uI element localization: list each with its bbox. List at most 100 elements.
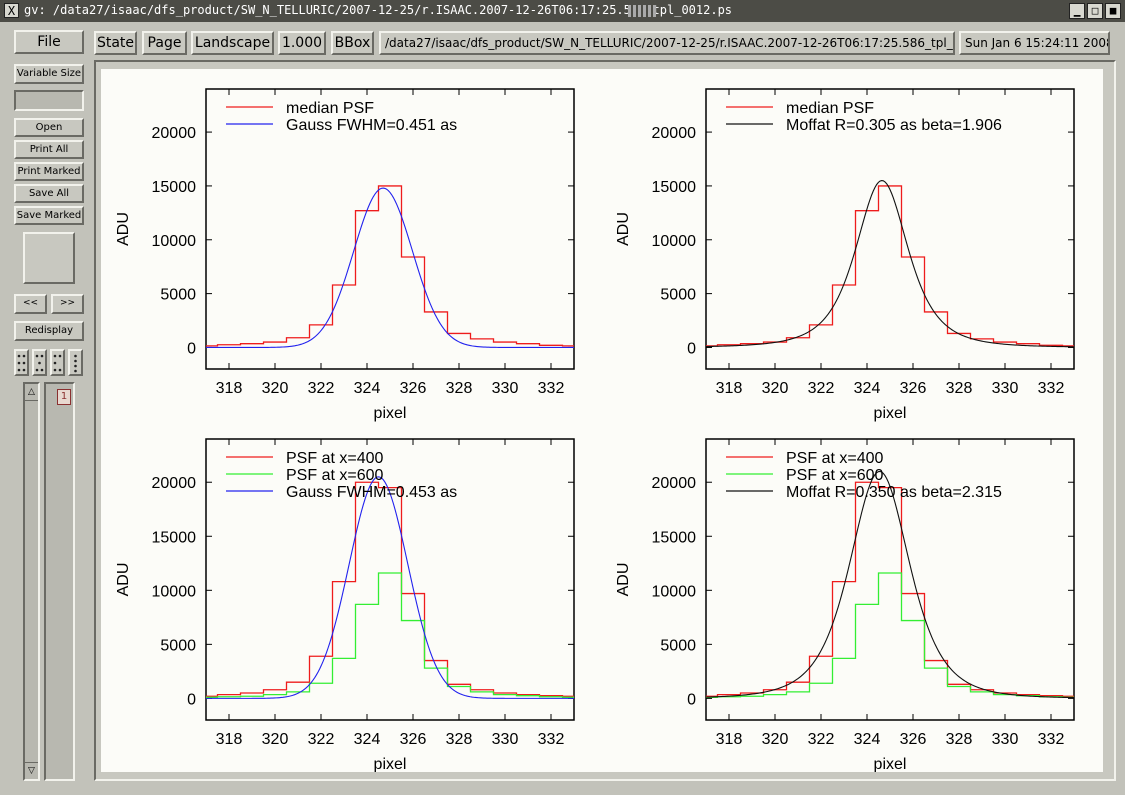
titlebar-grip [628,5,656,17]
window-titlebar[interactable]: X gv: /data27/isaac/dfs_product/SW_N_TEL… [0,0,1125,22]
redisplay-button[interactable]: Redisplay [14,321,84,341]
x-tick-label: 318 [216,380,243,397]
file-path-field: /data27/isaac/dfs_product/SW_N_TELLURIC/… [379,31,955,55]
plot-frame [205,438,575,721]
x-tick-label: 330 [992,380,1019,397]
x-tick-label: 322 [808,731,835,748]
page-menu-button[interactable]: Page [142,31,187,55]
y-tick-label: 10000 [152,233,197,250]
minimize-icon[interactable]: ▁ [1069,3,1085,19]
layout-icon[interactable] [32,349,47,376]
psf-step-line [206,481,574,697]
x-tick-label: 324 [354,731,381,748]
x-tick-label: 320 [762,731,789,748]
x-tick-label: 320 [262,731,289,748]
x-tick-label: 328 [446,380,473,397]
page-list-scrollbar[interactable]: △ ▽ [23,382,40,781]
y-axis-label: ADU [615,212,632,246]
y-axis-label: ADU [115,212,132,246]
page-list[interactable]: 1 [44,382,75,781]
psf-step-line [706,185,1074,347]
x-tick-label: 322 [308,380,335,397]
document-page: 0 5000 10000 15000 20000 318 320 322 324 326 328 33… [101,69,1103,773]
gauss-fit-line [206,476,574,699]
legend-label: PSF at x=600 [786,467,883,484]
state-menu-button[interactable]: State [94,31,137,55]
x-axis-label: pixel [374,405,407,422]
variable-size-button[interactable]: Variable Size [14,64,84,84]
panner-box[interactable] [23,232,75,284]
close-icon[interactable]: ■ [1105,3,1121,19]
next-page-button[interactable]: >> [51,294,84,314]
x-tick-label: 332 [538,380,565,397]
y-tick-label: 0 [687,340,696,357]
maximize-icon[interactable]: □ [1087,3,1103,19]
psf-step-line [206,572,574,698]
x-tick-label: 328 [946,731,973,748]
file-date-field: Sun Jan 6 15:24:11 2008 [959,31,1110,55]
page-number-item[interactable]: 1 [57,389,71,405]
scale-menu-button[interactable]: 1.000 [278,31,326,55]
y-tick-label: 0 [187,340,196,357]
y-tick-label: 10000 [652,233,697,250]
legend-label: PSF at x=400 [786,450,883,467]
y-tick-label: 20000 [152,125,197,142]
legend-label: Moffat R=0.350 as beta=2.315 [786,484,1002,501]
file-menu-button[interactable]: File [14,30,84,54]
x-tick-label: 328 [946,380,973,397]
gauss-fit-line [206,187,574,349]
y-tick-label: 5000 [660,637,696,654]
x-tick-label: 324 [854,380,881,397]
y-tick-label: 5000 [160,287,196,304]
legend-label: median PSF [786,100,874,117]
x-axis-label: pixel [874,405,907,422]
legend-label: Moffat R=0.305 as beta=1.906 [786,117,1002,134]
layout-icon[interactable] [68,349,83,376]
scroll-down-icon[interactable]: ▽ [25,762,38,779]
prev-page-button[interactable]: << [14,294,47,314]
open-button[interactable]: Open [14,118,84,137]
bbox-button[interactable]: BBox [331,31,374,55]
save-marked-button[interactable]: Save Marked [14,206,84,225]
y-tick-label: 10000 [652,583,697,600]
y-tick-label: 20000 [652,475,697,492]
y-tick-label: 15000 [652,179,697,196]
y-tick-label: 15000 [652,529,697,546]
x-tick-label: 326 [900,731,927,748]
orientation-menu-button[interactable]: Landscape [191,31,274,55]
x-tick-label: 326 [900,380,927,397]
y-tick-label: 5000 [160,637,196,654]
data-area [206,476,574,699]
x-tick-label: 320 [762,380,789,397]
x-tick-label: 326 [400,731,427,748]
x-axis-label: pixel [374,756,407,772]
y-tick-label: 10000 [152,583,197,600]
scroll-up-icon[interactable]: △ [25,384,38,401]
x-tick-label: 330 [492,731,519,748]
save-all-button[interactable]: Save All [14,184,84,203]
x-tick-label: 328 [446,731,473,748]
x-tick-label: 332 [1038,731,1065,748]
chart-panel-3: 0 5000 10000 15000 20000 318 320 322 324 326 328 33… [115,438,575,773]
psf-step-line [706,481,1074,697]
layout-icon[interactable] [50,349,65,376]
data-area [706,470,1074,699]
print-all-button[interactable]: Print All [14,140,84,159]
legend-label: Gauss FWHM=0.451 as [286,117,457,134]
chart-panel-1: 0 5000 10000 15000 20000 318 320 322 324 326 328 33… [115,88,575,422]
chart-panel-2: 0 5000 10000 15000 20000 318 320 322 324 326 328 33… [615,88,1075,422]
x-tick-label: 326 [400,380,427,397]
layout-icon[interactable] [14,349,29,376]
x-tick-label: 318 [216,731,243,748]
x-tick-label: 330 [992,731,1019,748]
window-menu-icon[interactable]: X [4,3,19,18]
print-marked-button[interactable]: Print Marked [14,162,84,181]
x-tick-label: 324 [354,380,381,397]
moffat-fit-line [706,179,1074,348]
x-tick-label: 318 [716,731,743,748]
x-tick-label: 322 [308,731,335,748]
x-tick-label: 324 [854,731,881,748]
x-tick-label: 320 [262,380,289,397]
legend-label: PSF at x=600 [286,467,383,484]
y-tick-label: 0 [187,691,196,708]
